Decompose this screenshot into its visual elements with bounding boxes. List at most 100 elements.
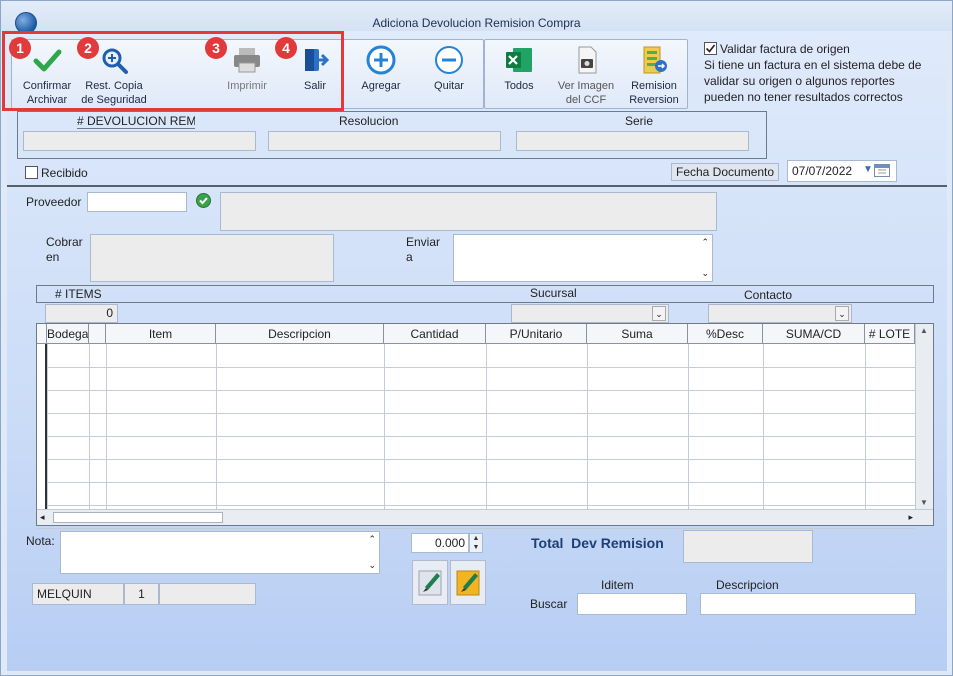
- resolucion-label: Resolucion: [339, 114, 399, 128]
- grid-header-blank-1: [89, 324, 106, 344]
- buscar-descripcion-input[interactable]: [700, 593, 916, 615]
- proveedor-label: Proveedor: [26, 195, 82, 209]
- restore-label-2: de Seguridad: [81, 94, 147, 106]
- exit-door-icon: [300, 45, 330, 75]
- scroll-down-arrow-icon[interactable]: ▼: [920, 498, 928, 507]
- amount-spinner[interactable]: ▲ ▼: [469, 533, 483, 553]
- row-indicator-column: [37, 344, 47, 509]
- buscar-iditem-label: Iditem: [601, 578, 634, 592]
- list-arrow-icon: [639, 45, 669, 75]
- validate-origin-label: Validar factura de origen: [720, 42, 850, 56]
- grid-column-line: [47, 344, 48, 509]
- items-label: # ITEMS: [55, 287, 102, 301]
- export-all-button[interactable]: Todos: [491, 45, 547, 93]
- spin-up-icon[interactable]: ▲: [470, 534, 482, 543]
- cobrar-label-2: en: [46, 250, 60, 264]
- confirm-label-2: Archivar: [26, 94, 68, 106]
- add-button[interactable]: Agregar: [351, 45, 411, 93]
- grid-header-sumacd[interactable]: SUMA/CD: [763, 324, 865, 344]
- dropdown-arrow-icon[interactable]: ▼: [863, 164, 873, 175]
- table-row[interactable]: [37, 482, 915, 483]
- buscar-descripcion-label: Descripcion: [716, 578, 779, 592]
- total-label: Total Dev Remision: [531, 535, 664, 551]
- scroll-up-arrow-icon[interactable]: ▲: [920, 326, 928, 335]
- fecha-value: 07/07/2022: [792, 164, 853, 178]
- items-grid[interactable]: Bodega Item Descripcion Cantidad P/Unita…: [36, 323, 934, 529]
- remision-label-1: Remision: [631, 80, 677, 92]
- sucursal-chevron-down-icon[interactable]: ⌄: [652, 306, 666, 321]
- spin-down-icon[interactable]: ▼: [470, 543, 482, 552]
- grid-header-punitario[interactable]: P/Unitario: [486, 324, 587, 344]
- nota-scroll-down-icon[interactable]: ⌄: [368, 560, 376, 571]
- validate-note-2: validar su origen o algunos reportes: [704, 74, 895, 88]
- grid-horizontal-scrollbar[interactable]: ◂ ▸: [37, 509, 933, 525]
- enviar-address[interactable]: ⌃ ⌄: [453, 234, 713, 282]
- cobrar-label-1: Cobrar: [46, 235, 83, 249]
- grid-column-line: [587, 344, 588, 509]
- contacto-select[interactable]: ⌄: [708, 304, 852, 323]
- title-bar: Adiciona Devolucion Remision Compra: [1, 1, 952, 34]
- table-row[interactable]: [37, 436, 915, 437]
- grid-column-line: [763, 344, 764, 509]
- grid-header-cantidad[interactable]: Cantidad: [384, 324, 486, 344]
- buscar-label: Buscar: [530, 597, 568, 611]
- exit-label: Salir: [303, 80, 326, 92]
- grid-header-bodega[interactable]: Bodega: [47, 324, 89, 344]
- validate-origin-checkbox[interactable]: [704, 42, 717, 55]
- grid-header-item[interactable]: Item: [106, 324, 216, 344]
- contacto-chevron-down-icon[interactable]: ⌄: [835, 306, 849, 321]
- edit-pencil-icon: [418, 570, 442, 596]
- table-row[interactable]: [37, 528, 915, 529]
- proveedor-name-display: [220, 192, 717, 231]
- received-checkbox[interactable]: [25, 166, 38, 179]
- sucursal-select[interactable]: ⌄: [511, 304, 669, 323]
- grid-column-line: [89, 344, 90, 509]
- table-row[interactable]: [37, 459, 915, 460]
- amount-input[interactable]: 0.000: [411, 533, 469, 553]
- fecha-date-picker[interactable]: 07/07/2022 ▼: [787, 160, 897, 182]
- table-row[interactable]: [37, 505, 915, 506]
- edit-note-button[interactable]: [412, 560, 448, 605]
- grid-header-desc[interactable]: %Desc: [688, 324, 763, 344]
- serie-input[interactable]: [516, 131, 749, 151]
- cobrar-address: [90, 234, 334, 282]
- remove-label: Quitar: [434, 80, 464, 92]
- view-image-button[interactable]: Ver Imagen del CCF: [551, 45, 621, 107]
- grid-header-indicator: [37, 324, 47, 344]
- remision-reversion-button[interactable]: Remision Reversion: [621, 45, 687, 107]
- nota-label: Nota:: [26, 534, 55, 548]
- proveedor-confirm-icon[interactable]: [196, 193, 211, 208]
- grid-column-line: [106, 344, 107, 509]
- scroll-right-arrow-icon[interactable]: ▸: [908, 512, 913, 523]
- table-row[interactable]: [37, 413, 915, 414]
- print-label: Imprimir: [227, 80, 267, 92]
- calendar-icon[interactable]: [874, 164, 890, 177]
- grid-header-descripcion[interactable]: Descripcion: [216, 324, 384, 344]
- grid-header-lote[interactable]: # LOTE: [865, 324, 915, 344]
- remove-button[interactable]: Quitar: [419, 45, 479, 93]
- scroll-down-icon[interactable]: ⌄: [701, 268, 709, 279]
- all-label: Todos: [504, 80, 534, 92]
- nota-scroll-up-icon[interactable]: ⌃: [368, 534, 376, 545]
- sucursal-label: Sucursal: [530, 286, 577, 300]
- nota-textarea[interactable]: ⌃ ⌄: [60, 531, 380, 574]
- remision-label-2: Reversion: [629, 94, 679, 106]
- items-count-display: 0: [45, 304, 118, 323]
- add-label: Agregar: [361, 80, 401, 92]
- user-name-display: MELQUIN: [32, 583, 124, 605]
- table-row[interactable]: [37, 367, 915, 368]
- resolucion-input[interactable]: [268, 131, 501, 151]
- buscar-iditem-input[interactable]: [577, 593, 687, 615]
- edit-yellow-button[interactable]: [450, 560, 486, 605]
- grid-header-suma[interactable]: Suma: [587, 324, 688, 344]
- grid-column-line: [216, 344, 217, 509]
- scroll-left-arrow-icon[interactable]: ◂: [40, 512, 45, 523]
- proveedor-code-input[interactable]: [87, 192, 187, 212]
- scroll-thumb[interactable]: [53, 512, 223, 523]
- grid-vertical-scrollbar[interactable]: ▲ ▼: [915, 324, 933, 509]
- devolucion-input[interactable]: [23, 131, 256, 151]
- scroll-up-icon[interactable]: ⌃: [701, 237, 709, 248]
- items-bar: [36, 285, 934, 303]
- form-body: Confirmar Archivar Rest. Copia de Seguri…: [2, 31, 947, 671]
- table-row[interactable]: [37, 390, 915, 391]
